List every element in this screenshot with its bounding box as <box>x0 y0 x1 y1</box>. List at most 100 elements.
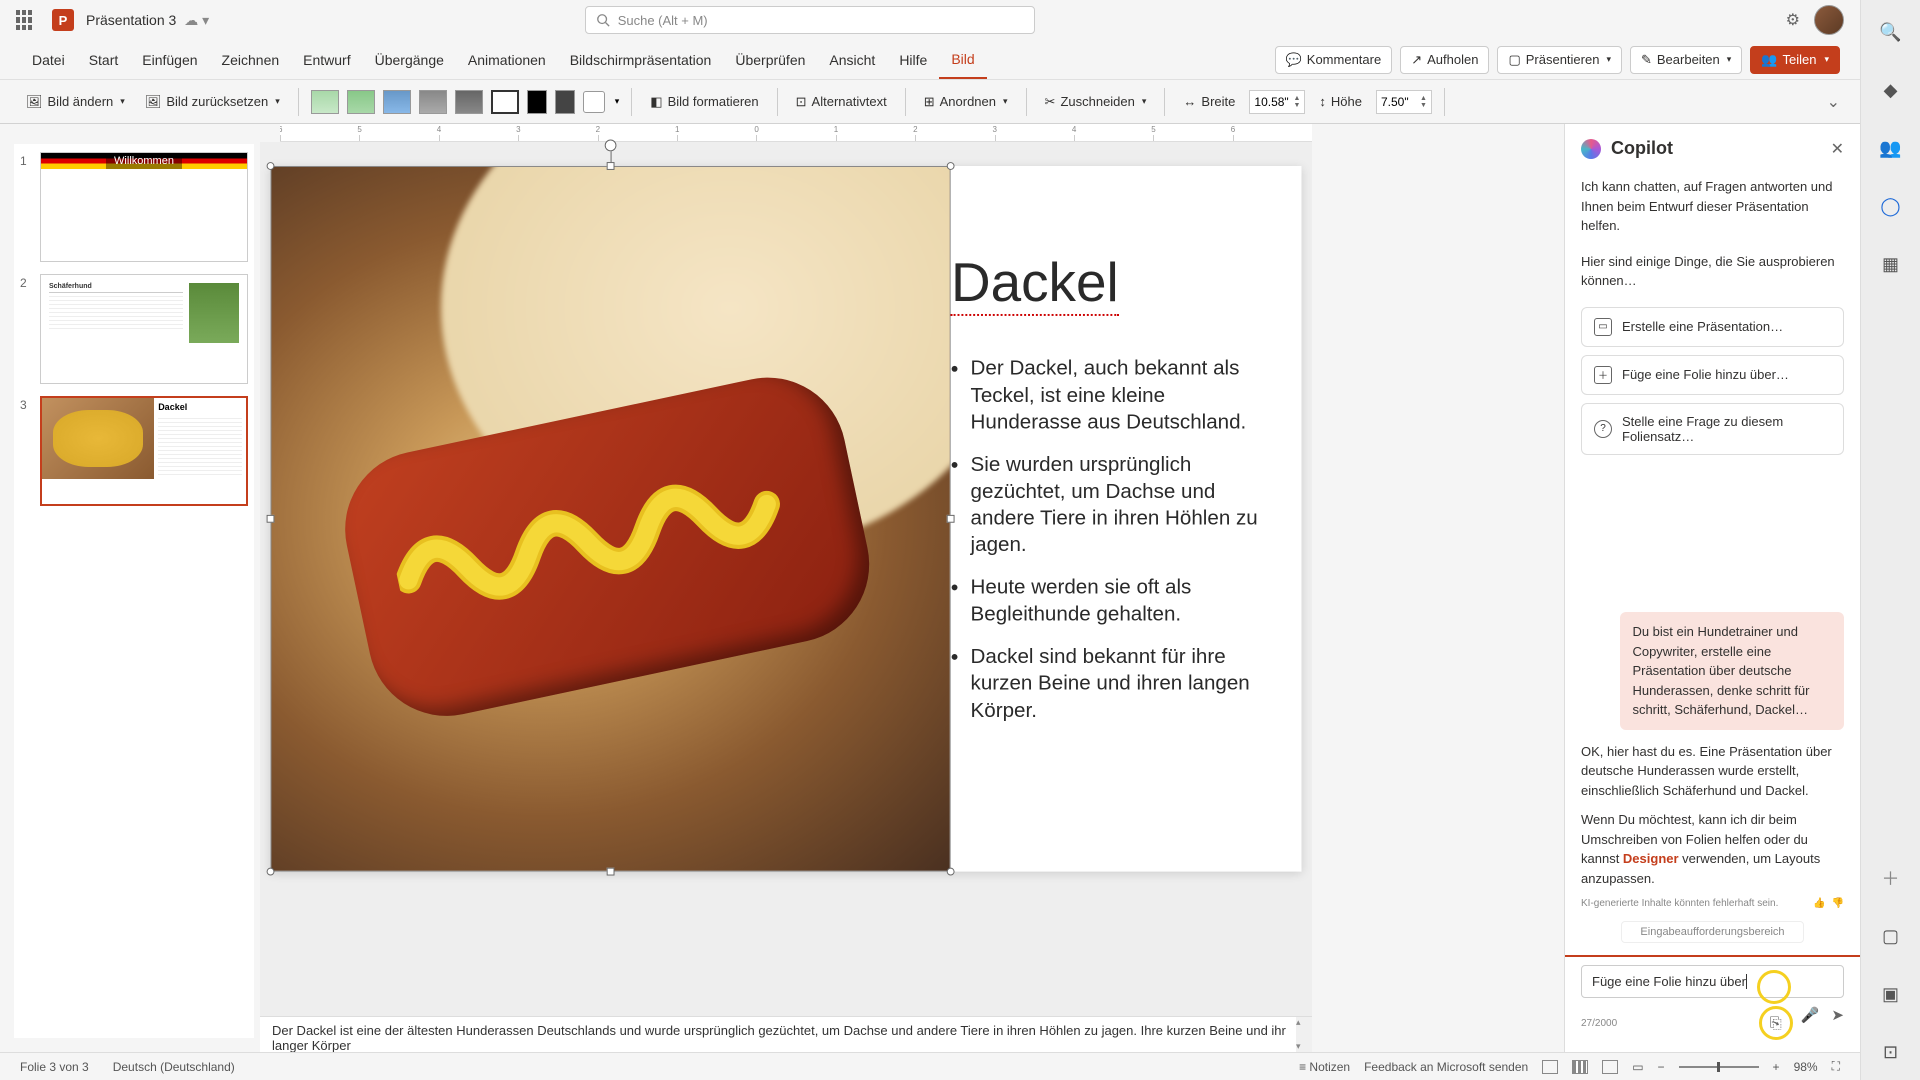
resize-handle-bl[interactable] <box>267 868 275 876</box>
tab-bild[interactable]: Bild <box>939 40 986 79</box>
teilen-button[interactable]: 👥 Teilen <box>1750 46 1840 74</box>
tab-einfuegen[interactable]: Einfügen <box>130 40 209 79</box>
cloud-save-icon[interactable]: ☁ ▾ <box>184 12 209 29</box>
thumbs-up-icon[interactable]: 👍 <box>1813 898 1825 909</box>
suggestion-create-presentation[interactable]: ▭Erstelle eine Präsentation… <box>1581 307 1844 347</box>
bild-formatieren-tool[interactable]: ◧ Bild formatieren <box>644 90 764 114</box>
style-swatch-7[interactable] <box>527 90 547 114</box>
style-swatch-3[interactable] <box>383 90 411 114</box>
tab-entwurf[interactable]: Entwurf <box>291 40 362 79</box>
tab-hilfe[interactable]: Hilfe <box>887 40 939 79</box>
slide-text-content[interactable]: Dackel Der Dackel, auch bekannt als Teck… <box>951 251 1260 740</box>
app-launcher-icon[interactable] <box>16 10 36 30</box>
tab-datei[interactable]: Datei <box>20 40 77 79</box>
tab-animationen[interactable]: Animationen <box>456 40 558 79</box>
notes-scrollbar[interactable]: ▴▾ <box>1296 1017 1312 1052</box>
suggestion-ask-question[interactable]: ?Stelle eine Frage zu diesem Foliensatz… <box>1581 403 1844 455</box>
resize-handle-t[interactable] <box>607 162 615 170</box>
zoom-level[interactable]: 98% <box>1794 1060 1818 1074</box>
attach-icon[interactable]: ⎘ <box>1770 1015 1782 1032</box>
speaker-notes[interactable]: Der Dackel ist eine der ältesten Hundera… <box>260 1016 1312 1052</box>
border-color-dropdown[interactable]: ▾ <box>615 96 620 107</box>
people-icon[interactable]: 👥 <box>1877 134 1905 162</box>
input-area-tip: Eingabeaufforderungsbereich <box>1621 921 1804 943</box>
reading-view-icon[interactable] <box>1602 1060 1618 1074</box>
tab-ansicht[interactable]: Ansicht <box>817 40 887 79</box>
praesentieren-button[interactable]: ▢ Präsentieren ▾ <box>1497 46 1622 74</box>
slide-counter[interactable]: Folie 3 von 3 <box>20 1060 89 1074</box>
bullet-2: Sie wurden ursprünglich gezüchtet, um Da… <box>971 451 1261 558</box>
bild-zuruecksetzen-tool[interactable]: 🖼 Bild zurücksetzen▾ <box>139 90 286 114</box>
slideshow-icon[interactable]: ▭ <box>1632 1060 1643 1074</box>
slide-thumb-1[interactable]: Willkommen <box>40 152 248 262</box>
hoehe-input[interactable]: 7.50"▲▼ <box>1376 90 1432 114</box>
search-icon[interactable]: 🔍 <box>1877 18 1905 46</box>
tab-start[interactable]: Start <box>77 40 131 79</box>
rail-icon-b[interactable]: ▣ <box>1877 980 1905 1008</box>
fit-to-window-icon[interactable]: ⛶ <box>1832 1059 1840 1074</box>
feedback-button[interactable]: Feedback an Microsoft senden <box>1364 1060 1528 1074</box>
thumbs-down-icon[interactable]: 👎 <box>1832 898 1844 909</box>
edge-icon[interactable]: ◯ <box>1877 192 1905 220</box>
tab-uebergaenge[interactable]: Übergänge <box>363 40 456 79</box>
border-color-tool[interactable] <box>583 91 605 113</box>
zoom-out-icon[interactable]: − <box>1658 1060 1665 1074</box>
normal-view-icon[interactable] <box>1542 1060 1558 1074</box>
copilot-input[interactable]: Füge eine Folie hinzu über <box>1581 965 1844 998</box>
search-input[interactable]: Suche (Alt + M) <box>585 6 1035 34</box>
anordnen-tool[interactable]: ⊞ Anordnen▾ <box>918 90 1014 114</box>
kommentare-button[interactable]: 💬 Kommentare <box>1275 46 1393 74</box>
suggestion-add-slide[interactable]: ＋Füge eine Folie hinzu über… <box>1581 355 1844 395</box>
tab-bildschirm[interactable]: Bildschirmpräsentation <box>558 40 724 79</box>
slide-thumb-3[interactable]: Dackel <box>40 396 248 506</box>
tab-zeichnen[interactable]: Zeichnen <box>210 40 292 79</box>
notizen-button[interactable]: ≡ Notizen <box>1299 1060 1350 1074</box>
add-rail-icon[interactable]: ＋ <box>1877 864 1905 892</box>
zuschneiden-tool[interactable]: ✂ Zuschneiden▾ <box>1039 90 1153 114</box>
style-swatch-8[interactable] <box>555 90 575 114</box>
designer-link[interactable]: Designer <box>1623 851 1679 866</box>
resize-handle-l[interactable] <box>267 515 275 523</box>
slide: Dackel Der Dackel, auch bekannt als Teck… <box>271 166 1302 872</box>
microphone-icon[interactable]: 🎤 <box>1801 1006 1820 1040</box>
alternativtext-tool[interactable]: ⊡ Alternativtext <box>790 90 893 114</box>
style-swatch-5[interactable] <box>455 90 483 114</box>
user-avatar[interactable] <box>1814 5 1844 35</box>
zoom-in-icon[interactable]: + <box>1773 1060 1780 1074</box>
tab-ueberpruefen[interactable]: Überprüfen <box>723 40 817 79</box>
collapse-ribbon-icon[interactable]: ⌄ <box>1827 92 1840 112</box>
slide-image-selected[interactable] <box>271 166 951 872</box>
style-swatch-4[interactable] <box>419 90 447 114</box>
copilot-title: Copilot <box>1611 138 1673 159</box>
bearbeiten-button[interactable]: ✎ Bearbeiten ▾ <box>1630 46 1742 74</box>
resize-handle-tl[interactable] <box>267 162 275 170</box>
style-swatch-6[interactable] <box>491 90 519 114</box>
bild-aendern-tool[interactable]: 🖼 Bild ändern▾ <box>20 90 131 114</box>
zoom-slider[interactable] <box>1679 1066 1759 1068</box>
document-name[interactable]: Präsentation 3 <box>86 12 176 28</box>
resize-handle-b[interactable] <box>607 868 615 876</box>
ribbon-tabs: Datei Start Einfügen Zeichnen Entwurf Üb… <box>0 40 1860 80</box>
slide-canvas-area[interactable]: Dackel Der Dackel, auch bekannt als Teck… <box>260 142 1312 1016</box>
slide-thumb-2[interactable]: Schäferhund <box>40 274 248 384</box>
style-swatch-2[interactable] <box>347 90 375 114</box>
style-swatch-1[interactable] <box>311 90 339 114</box>
breite-input[interactable]: 10.58"▲▼ <box>1249 90 1305 114</box>
aufholen-button[interactable]: ↗ Aufholen <box>1400 46 1489 74</box>
search-icon <box>596 13 610 27</box>
rotate-handle[interactable] <box>605 140 617 152</box>
copilot-response-2: Wenn Du möchtest, kann ich dir beim Umsc… <box>1581 810 1844 888</box>
thumb3-title: Dackel <box>158 402 242 412</box>
sorter-view-icon[interactable] <box>1572 1060 1588 1074</box>
copilot-rail-icon[interactable]: ◆ <box>1877 76 1905 104</box>
settings-icon[interactable]: ⚙ <box>1786 10 1800 30</box>
close-icon[interactable]: ✕ <box>1831 139 1844 159</box>
resize-handle-tr[interactable] <box>947 162 955 170</box>
rail-icon-c[interactable]: ⊡ <box>1877 1038 1905 1066</box>
char-count: 27/2000 <box>1581 1018 1617 1029</box>
rail-icon-a[interactable]: ▢ <box>1877 922 1905 950</box>
resize-handle-br[interactable] <box>947 868 955 876</box>
designer-rail-icon[interactable]: ▦ <box>1877 250 1905 278</box>
language-indicator[interactable]: Deutsch (Deutschland) <box>113 1060 235 1074</box>
send-icon[interactable]: ➤ <box>1831 1006 1844 1040</box>
